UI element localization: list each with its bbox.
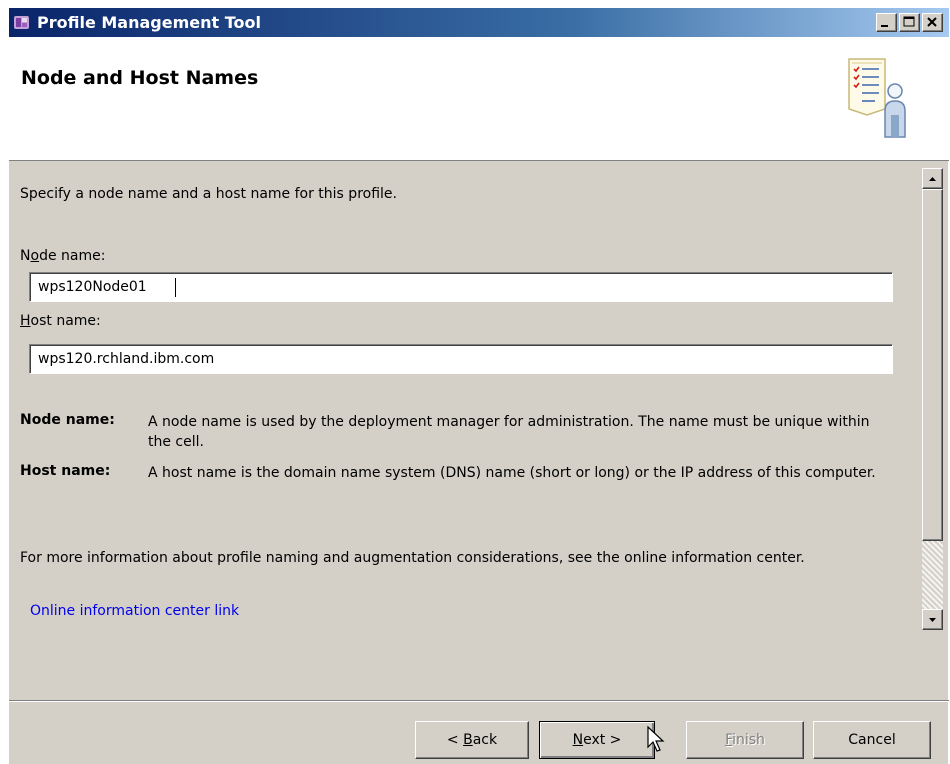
scroll-down-button[interactable] [922, 609, 943, 630]
node-name-description-label: Node name: [20, 412, 115, 428]
maximize-icon [903, 16, 915, 27]
close-icon [927, 17, 937, 27]
node-name-input[interactable] [30, 273, 892, 301]
title-bar[interactable]: Profile Management Tool [9, 8, 949, 37]
maximize-button[interactable] [899, 13, 920, 32]
window-title: Profile Management Tool [37, 13, 261, 32]
arrow-down-icon [929, 618, 936, 622]
host-name-description: A host name is the domain name system (D… [148, 465, 876, 481]
cancel-button[interactable]: Cancel [813, 721, 931, 759]
back-button[interactable]: < Back [415, 721, 529, 759]
finish-button[interactable]: Finish [686, 721, 804, 759]
profile-checklist-person-icon [848, 58, 906, 138]
minimize-button[interactable] [876, 13, 897, 32]
scrollbar-track[interactable] [922, 541, 943, 609]
scroll-up-button[interactable] [922, 168, 943, 189]
wizard-header: Node and Host Names [9, 37, 949, 161]
text-caret [175, 278, 176, 297]
host-name-field[interactable] [29, 344, 893, 374]
app-icon [14, 16, 29, 29]
page-title: Node and Host Names [21, 67, 259, 89]
node-name-description: A node name is used by the deployment ma… [148, 414, 870, 450]
host-name-description-label: Host name: [20, 463, 111, 479]
more-info-text: For more information about profile namin… [20, 550, 805, 566]
host-name-input[interactable] [30, 345, 892, 373]
arrow-up-icon [929, 177, 936, 181]
content-panel: Specify a node name and a host name for … [9, 162, 925, 638]
node-name-label: Node name: [20, 248, 106, 264]
close-button[interactable] [922, 13, 943, 32]
host-name-label: Host name: [20, 313, 101, 329]
profile-management-window: Profile Management Tool Node and Host Na… [8, 8, 949, 764]
next-button[interactable]: Next > [539, 721, 655, 759]
button-separator [9, 700, 949, 702]
intro-text: Specify a node name and a host name for … [20, 186, 397, 202]
online-information-center-link[interactable]: Online information center link [30, 603, 239, 619]
vertical-scrollbar[interactable] [922, 168, 943, 631]
minimize-icon [881, 25, 888, 27]
node-name-field[interactable] [29, 272, 893, 302]
mouse-pointer-icon [647, 725, 665, 752]
scrollbar-thumb[interactable] [922, 189, 943, 541]
